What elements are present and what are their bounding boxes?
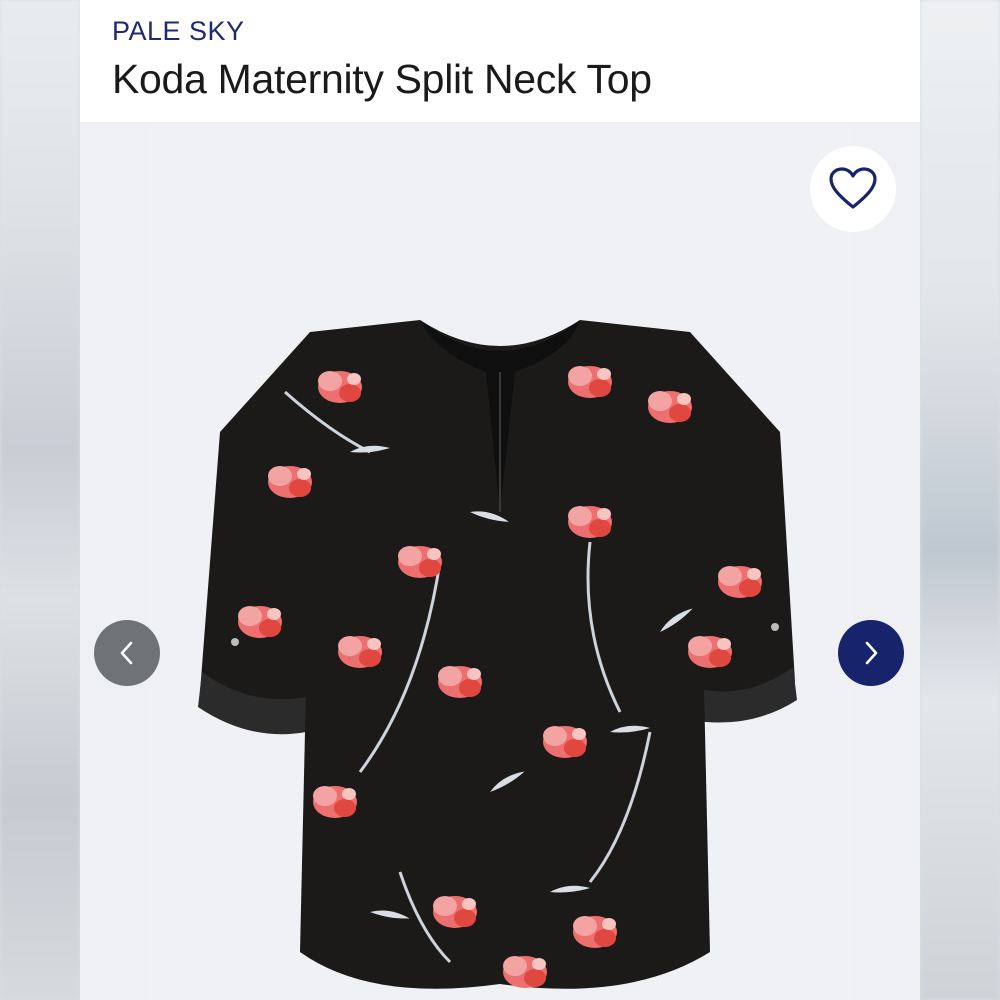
product-image-gallery[interactable]	[80, 122, 920, 1000]
left-background-blur	[0, 0, 80, 1000]
favorite-button[interactable]	[810, 146, 896, 232]
right-background-blur	[920, 0, 1000, 1000]
previous-image-button[interactable]	[94, 620, 160, 686]
next-image-button[interactable]	[838, 620, 904, 686]
chevron-right-icon	[865, 641, 878, 665]
chevron-left-icon	[120, 641, 133, 665]
product-image	[198, 320, 797, 989]
product-header: PALE SKY Koda Maternity Split Neck Top	[80, 0, 920, 122]
brand-name: PALE SKY	[112, 16, 245, 46]
heart-outline-icon	[829, 167, 877, 209]
product-title: Koda Maternity Split Neck Top	[112, 56, 652, 102]
product-card: PALE SKY Koda Maternity Split Neck Top	[80, 0, 920, 1000]
